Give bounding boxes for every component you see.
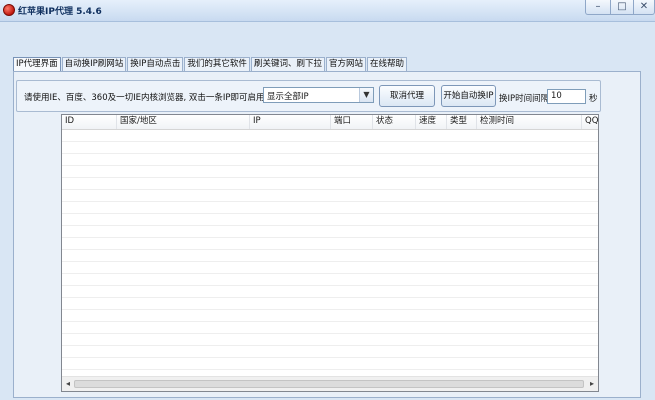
table-body: [62, 130, 598, 377]
window-title: 红苹果IP代理 5.4.6: [18, 7, 102, 17]
table-row: [62, 154, 598, 166]
table-row: [62, 346, 598, 358]
table-row: [62, 202, 598, 214]
start-auto-switch-button[interactable]: 开始自动换IP: [441, 85, 496, 107]
tab-official-site[interactable]: 官方网站: [325, 57, 366, 71]
interval-unit: 秒: [589, 94, 598, 104]
cancel-proxy-button[interactable]: 取消代理: [379, 85, 435, 107]
column-header-status[interactable]: 状态: [373, 115, 416, 129]
horizontal-scrollbar[interactable]: ◂ ▸: [62, 376, 598, 391]
ip-filter-select[interactable]: 显示全部IP ▼: [263, 87, 374, 103]
table-row: [62, 358, 598, 370]
table-row: [62, 130, 598, 142]
tab-keywords[interactable]: 刷关键词、刷下拉: [250, 57, 325, 71]
column-header-check-time[interactable]: 检测时间: [477, 115, 582, 129]
interval-input[interactable]: 10: [547, 89, 586, 104]
table-row: [62, 322, 598, 334]
ip-filter-value: 显示全部IP: [267, 92, 309, 102]
table-row: [62, 166, 598, 178]
table-row: [62, 298, 598, 310]
interval-label: 换IP时间间隔: [499, 94, 550, 104]
table-row: [62, 214, 598, 226]
table-row: [62, 178, 598, 190]
tab-ip-proxy[interactable]: IP代理界面: [13, 57, 61, 71]
column-header-ip[interactable]: IP: [250, 115, 331, 129]
table-row: [62, 226, 598, 238]
close-button[interactable]: ✕: [633, 0, 655, 15]
table-row: [62, 286, 598, 298]
usage-tip: 请使用IE、百度、360及一切IE内核浏览器, 双击一条IP即可启用代理: [24, 93, 282, 103]
tab-strip: IP代理界面 自动换IP刷网站 换IP自动点击 我们的其它软件 刷关键词、刷下拉 官方网站…: [13, 57, 408, 71]
table-row: [62, 274, 598, 286]
tab-other-software[interactable]: 我们的其它软件: [184, 57, 250, 71]
table-row: [62, 262, 598, 274]
tab-auto-click[interactable]: 换IP自动点击: [127, 57, 184, 71]
table-row: [62, 310, 598, 322]
title-bar: 红苹果IP代理 5.4.6 – □ ✕: [0, 0, 655, 22]
table-header: ID 国家/地区 IP 端口 状态 速度 类型 检测时间 QQ可: [62, 115, 598, 130]
chevron-down-icon[interactable]: ▼: [359, 88, 373, 102]
table-row: [62, 334, 598, 346]
table-row: [62, 238, 598, 250]
scrollbar-thumb[interactable]: [74, 380, 584, 388]
column-header-speed[interactable]: 速度: [416, 115, 447, 129]
scroll-left-icon[interactable]: ◂: [63, 379, 73, 389]
column-header-port[interactable]: 端口: [331, 115, 373, 129]
tab-auto-switch-ip[interactable]: 自动换IP刷网站: [61, 57, 127, 71]
proxy-table[interactable]: ID 国家/地区 IP 端口 状态 速度 类型 检测时间 QQ可 ◂ ▸: [61, 114, 599, 392]
column-header-type[interactable]: 类型: [447, 115, 477, 129]
table-row: [62, 190, 598, 202]
tab-online-help[interactable]: 在线帮助: [366, 57, 407, 71]
column-header-country[interactable]: 国家/地区: [117, 115, 250, 129]
column-header-qq[interactable]: QQ可: [582, 115, 598, 129]
scroll-right-icon[interactable]: ▸: [587, 379, 597, 389]
table-row: [62, 250, 598, 262]
minimize-button[interactable]: –: [585, 0, 611, 15]
table-row: [62, 142, 598, 154]
maximize-button[interactable]: □: [610, 0, 634, 15]
column-header-id[interactable]: ID: [62, 115, 117, 129]
red-apple-icon: [3, 4, 15, 16]
